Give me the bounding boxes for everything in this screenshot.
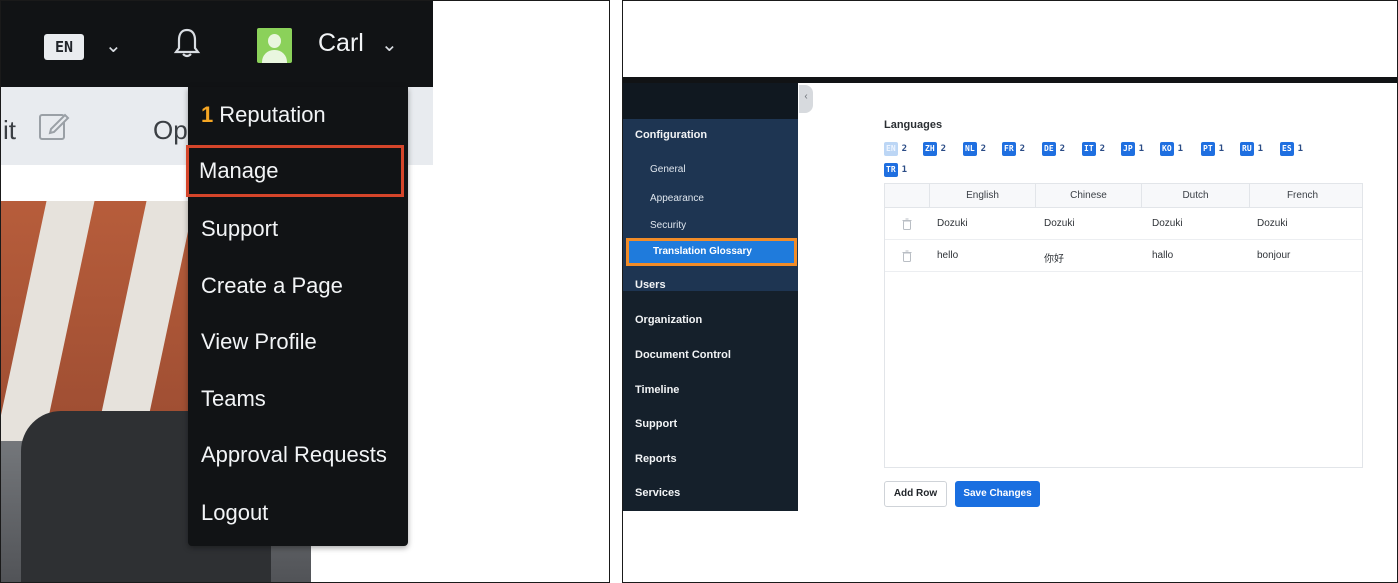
table-cell[interactable]: bonjour <box>1257 250 1290 261</box>
language-chip[interactable]: IT 2 <box>1082 142 1105 156</box>
table-cell[interactable]: Dozuki <box>1044 218 1075 229</box>
options-label[interactable]: Op <box>153 115 188 146</box>
table-cell[interactable]: hello <box>937 250 958 261</box>
edit-label[interactable]: it <box>3 115 16 146</box>
right-screenshot: Configuration General Appearance Securit… <box>622 0 1398 583</box>
glossary-table: English Chinese Dutch French Dozuki Dozu… <box>884 183 1363 468</box>
sidebar-header <box>623 83 798 119</box>
language-chip[interactable]: NL 2 <box>963 142 986 156</box>
languages-title: Languages <box>884 119 943 131</box>
avatar[interactable] <box>257 28 292 63</box>
language-chip[interactable]: DE 2 <box>1042 142 1065 156</box>
column-header-english: English <box>929 184 1035 208</box>
menu-item-approval-requests[interactable]: Approval Requests <box>188 429 408 481</box>
column-header-chinese: Chinese <box>1035 184 1141 208</box>
reputation-label: Reputation <box>219 102 326 127</box>
page-margin <box>433 1 609 582</box>
sidebar-item-support[interactable]: Support <box>623 418 798 430</box>
table-row: hello 你好 hallo bonjour <box>885 240 1362 272</box>
sidebar-item-timeline[interactable]: Timeline <box>623 384 798 396</box>
bell-icon[interactable] <box>173 27 201 59</box>
language-chip[interactable]: ES 1 <box>1280 142 1303 156</box>
left-screenshot: EN ⌄ Carl ⌄ it Op 1 Reputation Manage Su… <box>0 0 610 583</box>
language-chip[interactable]: ZH 2 <box>923 142 946 156</box>
sidebar-item-general[interactable]: General <box>623 164 798 175</box>
sidebar-item-appearance[interactable]: Appearance <box>623 193 798 204</box>
top-nav-bar: EN ⌄ Carl ⌄ <box>1 1 433 87</box>
sidebar-item-users[interactable]: Users <box>623 279 798 291</box>
chevron-left-icon[interactable]: ‹ <box>799 85 813 113</box>
sidebar-item-configuration[interactable]: Configuration <box>623 129 798 141</box>
reputation-count: 1 <box>201 102 214 127</box>
table-cell[interactable]: Dozuki <box>1257 218 1288 229</box>
menu-item-reputation[interactable]: 1 Reputation <box>188 89 408 141</box>
language-chip[interactable]: JP 1 <box>1121 142 1144 156</box>
admin-sidebar: Configuration General Appearance Securit… <box>623 83 798 511</box>
language-chip[interactable]: FR 2 <box>1002 142 1025 156</box>
trash-icon[interactable] <box>902 250 912 262</box>
table-cell[interactable]: Dozuki <box>1152 218 1183 229</box>
menu-item-teams[interactable]: Teams <box>188 373 408 425</box>
chevron-down-icon[interactable]: ⌄ <box>381 32 398 57</box>
table-cell[interactable]: 你好 <box>1044 250 1064 265</box>
table-cell[interactable]: hallo <box>1152 250 1173 261</box>
sidebar-item-security[interactable]: Security <box>623 220 798 231</box>
table-header: English Chinese Dutch French <box>885 184 1362 208</box>
language-chip[interactable]: TR 1 <box>884 163 907 177</box>
table-row: Dozuki Dozuki Dozuki Dozuki <box>885 208 1362 240</box>
language-chip[interactable]: PT 1 <box>1201 142 1224 156</box>
edit-icon[interactable] <box>37 109 71 143</box>
add-row-button[interactable]: Add Row <box>884 481 947 507</box>
table-cell[interactable]: Dozuki <box>937 218 968 229</box>
language-chip[interactable]: KO 1 <box>1160 142 1183 156</box>
language-chip[interactable]: RU 1 <box>1240 142 1263 156</box>
sidebar-item-services[interactable]: Services <box>623 487 798 499</box>
menu-item-create-page[interactable]: Create a Page <box>188 260 408 312</box>
user-dropdown-menu: 1 Reputation Manage Support Create a Page… <box>186 87 408 546</box>
column-header-french: French <box>1249 184 1355 208</box>
menu-item-support[interactable]: Support <box>188 203 408 255</box>
menu-item-view-profile[interactable]: View Profile <box>188 316 408 368</box>
sidebar-item-translation-glossary[interactable]: Translation Glossary <box>626 238 797 266</box>
sidebar-item-organization[interactable]: Organization <box>623 314 798 326</box>
language-chip[interactable]: EN 2 <box>884 142 907 156</box>
save-changes-button[interactable]: Save Changes <box>955 481 1040 507</box>
menu-item-logout[interactable]: Logout <box>188 487 408 539</box>
menu-item-manage[interactable]: Manage <box>186 145 404 197</box>
chevron-down-icon[interactable]: ⌄ <box>105 33 122 58</box>
sidebar-item-reports[interactable]: Reports <box>623 453 798 465</box>
trash-icon[interactable] <box>902 218 912 230</box>
sidebar-item-document-control[interactable]: Document Control <box>623 349 798 361</box>
language-selector[interactable]: EN <box>44 34 84 60</box>
column-header-dutch: Dutch <box>1141 184 1249 208</box>
user-name[interactable]: Carl <box>318 29 364 58</box>
